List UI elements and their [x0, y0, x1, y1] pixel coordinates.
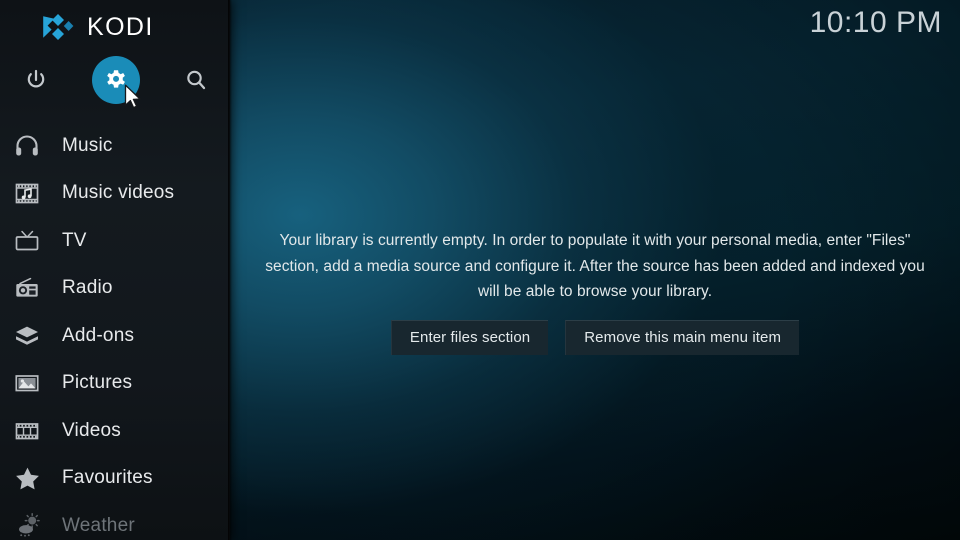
gear-icon [104, 68, 128, 92]
sidebar-item-pictures[interactable]: Pictures [0, 360, 230, 408]
kodi-logo-icon [40, 11, 74, 43]
film-strip-icon [12, 416, 42, 446]
sidebar-item-label: Add-ons [62, 324, 135, 346]
pictures-icon [12, 368, 42, 398]
television-icon [12, 226, 42, 256]
sidebar-item-tv[interactable]: TV [0, 217, 230, 265]
remove-main-menu-item-button[interactable]: Remove this main menu item [565, 319, 800, 355]
power-button[interactable] [12, 56, 60, 104]
headphones-icon [12, 131, 42, 161]
brand-name: KODI [87, 12, 154, 41]
clock: 10:10 PM [809, 6, 942, 39]
empty-library-panel: Your library is currently empty. In orde… [230, 228, 960, 355]
weather-icon [12, 511, 42, 540]
settings-button[interactable] [92, 56, 140, 104]
sidebar-item-label: Music videos [62, 182, 175, 204]
sidebar-item-label: Videos [62, 419, 121, 441]
sidebar-item-label: Weather [62, 514, 135, 536]
sidebar-item-favourites[interactable]: Favourites [0, 455, 230, 503]
sidebar-item-label: Radio [62, 277, 113, 299]
power-icon [24, 68, 48, 92]
sidebar: KODI Music Music videos TV Radio Add-ons… [0, 0, 230, 540]
addons-box-icon [12, 321, 42, 351]
sidebar-item-label: Music [62, 134, 113, 156]
empty-library-message: Your library is currently empty. In orde… [265, 232, 925, 300]
sidebar-item-music[interactable]: Music [0, 122, 230, 170]
sidebar-item-label: Favourites [62, 467, 153, 489]
main-menu: Music Music videos TV Radio Add-ons Pict… [0, 122, 230, 540]
empty-library-actions: Enter files section Remove this main men… [390, 319, 800, 355]
brand: KODI [40, 11, 154, 43]
sidebar-item-label: TV [62, 229, 87, 251]
kodi-home-screen: 10:10 PM Your library is currently empty… [0, 0, 960, 540]
star-icon [12, 463, 42, 493]
top-icon-bar [0, 56, 230, 104]
music-video-icon [12, 178, 42, 208]
radio-icon [12, 273, 42, 303]
sidebar-item-add-ons[interactable]: Add-ons [0, 312, 230, 360]
enter-files-section-button[interactable]: Enter files section [390, 319, 549, 355]
sidebar-item-music-videos[interactable]: Music videos [0, 170, 230, 218]
sidebar-item-videos[interactable]: Videos [0, 407, 230, 455]
sidebar-item-weather[interactable]: Weather [0, 502, 230, 540]
sidebar-item-radio[interactable]: Radio [0, 265, 230, 313]
search-icon [184, 68, 208, 92]
search-button[interactable] [172, 56, 220, 104]
sidebar-item-label: Pictures [62, 372, 133, 394]
